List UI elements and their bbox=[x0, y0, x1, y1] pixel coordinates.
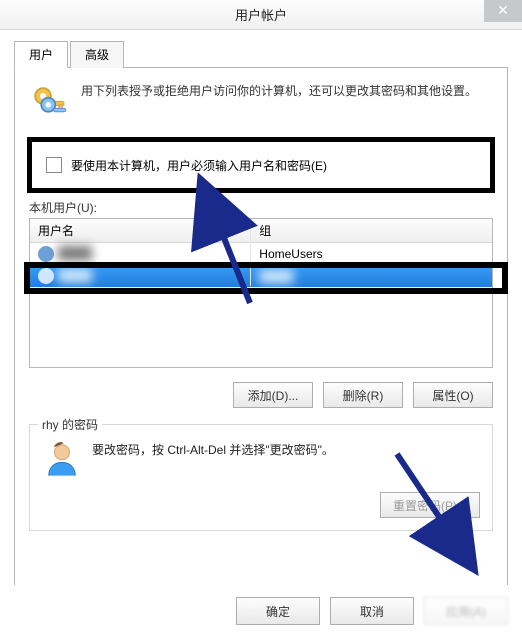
avatar-icon bbox=[42, 439, 82, 482]
local-users-label: 本机用户(U): bbox=[29, 199, 493, 216]
properties-button[interactable]: 属性(O) bbox=[413, 382, 493, 408]
title-bar: 用户帐户 ✕ bbox=[0, 0, 522, 30]
close-button[interactable]: ✕ bbox=[484, 0, 522, 22]
annotation-highlight-checkbox: 要使用本计算机，用户必须输入用户名和密码(E) bbox=[27, 137, 495, 193]
user-list-body: ████ HomeUsers ████ ████ bbox=[30, 243, 492, 367]
tab-advanced[interactable]: 高级 bbox=[70, 41, 124, 68]
window-title: 用户帐户 bbox=[235, 5, 287, 24]
cell-username: ████ bbox=[58, 246, 92, 260]
tab-panel-user: 用下列表授予或拒绝用户访问你的计算机，还可以更改其密码和其他设置。 要使用本计算… bbox=[14, 68, 508, 608]
tab-user[interactable]: 用户 bbox=[14, 41, 68, 68]
dialog-footer: 确定 取消 应用(A) bbox=[0, 585, 522, 639]
column-group[interactable]: 组 bbox=[251, 219, 492, 242]
require-login-checkbox[interactable] bbox=[46, 157, 62, 173]
cell-username: ████ bbox=[58, 268, 92, 282]
cancel-button[interactable]: 取消 bbox=[330, 597, 414, 625]
keys-icon bbox=[29, 82, 71, 127]
require-login-label: 要使用本计算机，用户必须输入用户名和密码(E) bbox=[71, 157, 327, 174]
add-button[interactable]: 添加(D)... bbox=[233, 382, 313, 408]
password-help-text: 要改密码，按 Ctrl-Alt-Del 并选择"更改密码"。 bbox=[92, 439, 480, 458]
table-row[interactable]: ████ HomeUsers bbox=[30, 243, 492, 265]
user-icon bbox=[38, 268, 54, 284]
reset-password-button[interactable]: 重置密码(P)... bbox=[380, 492, 480, 518]
intro-row: 用下列表授予或拒绝用户访问你的计算机，还可以更改其密码和其他设置。 bbox=[29, 82, 493, 127]
table-row[interactable]: ████ ████ bbox=[30, 265, 492, 287]
column-username[interactable]: 用户名 bbox=[30, 219, 251, 242]
user-icon bbox=[38, 246, 54, 262]
apply-button[interactable]: 应用(A) bbox=[424, 597, 508, 625]
dialog-content: 用户 高级 用下列表授予或拒绝用户访问你的计算机，还可以更改其密码和其他设置。 bbox=[0, 30, 522, 608]
password-groupbox: rhy 的密码 要改密码，按 Ctrl-Alt-Del 并选择"更改密码"。 重… bbox=[29, 424, 493, 531]
require-login-checkbox-row[interactable]: 要使用本计算机，用户必须输入用户名和密码(E) bbox=[42, 152, 480, 178]
password-groupbox-title: rhy 的密码 bbox=[38, 416, 102, 433]
user-list[interactable]: 用户名 组 ████ HomeUsers ████ ████ bbox=[29, 218, 493, 368]
remove-button[interactable]: 删除(R) bbox=[323, 382, 403, 408]
user-buttons-row: 添加(D)... 删除(R) 属性(O) bbox=[29, 382, 493, 408]
user-list-header: 用户名 组 bbox=[30, 219, 492, 243]
tab-strip: 用户 高级 bbox=[14, 40, 508, 68]
cell-group: ████ bbox=[259, 269, 293, 283]
ok-button[interactable]: 确定 bbox=[236, 597, 320, 625]
cell-group: HomeUsers bbox=[251, 245, 492, 263]
intro-text: 用下列表授予或拒绝用户访问你的计算机，还可以更改其密码和其他设置。 bbox=[81, 82, 493, 127]
